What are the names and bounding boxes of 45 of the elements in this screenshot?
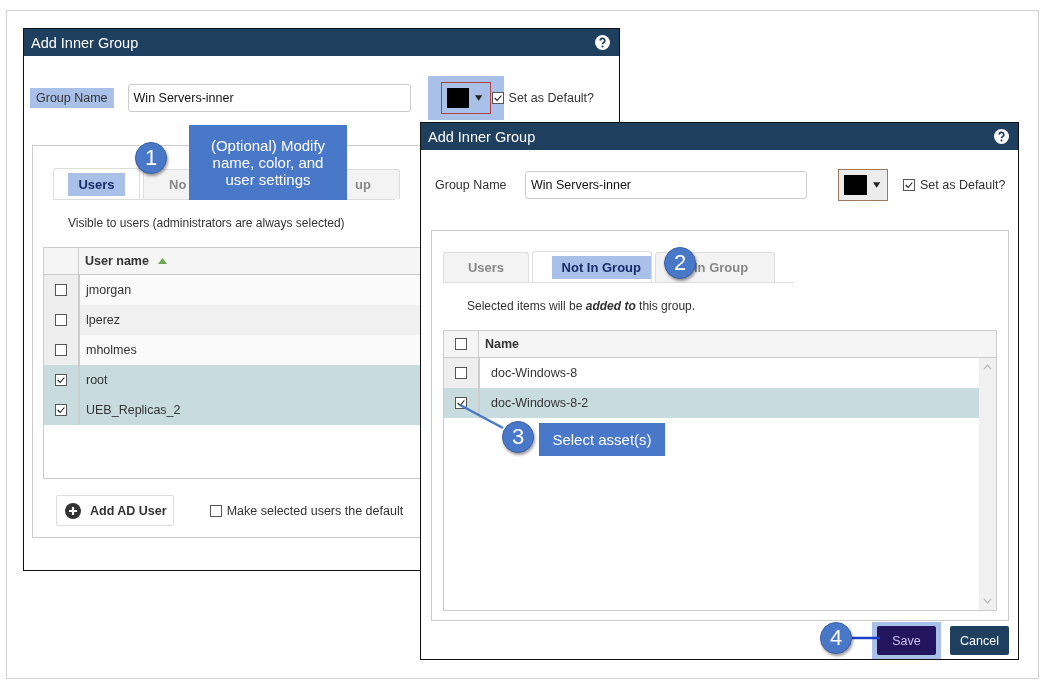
checkbox[interactable] [209, 504, 222, 517]
table-cell-text: root [85, 372, 108, 389]
dialog-title: Add Inner Group [31, 34, 139, 51]
save-button[interactable]: Save [877, 626, 936, 655]
dialog-title: Add Inner Group [428, 128, 536, 145]
add-user-button[interactable]: Add AD User [56, 495, 174, 526]
plus-circle-icon [65, 502, 81, 519]
table-cell-text: doc-Windows-8 [490, 365, 578, 382]
checkbox[interactable] [455, 367, 467, 379]
checkbox[interactable] [455, 338, 467, 350]
field-label: Group Name [435, 178, 508, 192]
group-name-field[interactable]: Win Servers-inner [127, 84, 411, 112]
checkbox-label: Make selected users the default [226, 503, 404, 518]
checkbox[interactable] [55, 374, 67, 386]
caret-down-icon [872, 182, 880, 188]
table-cell-text: UEB_Replicas_2 [85, 402, 181, 419]
checkbox[interactable] [55, 344, 67, 356]
callout-tooltip: Select asset(s) [539, 423, 665, 456]
color-picker[interactable] [838, 169, 888, 201]
checkbox-label: Set as Default? [920, 178, 1006, 192]
checkbox[interactable] [55, 314, 67, 326]
checkbox[interactable] [55, 404, 67, 416]
checkbox-label: Set as Default? [508, 91, 595, 105]
checkbox[interactable] [903, 179, 915, 191]
tab[interactable]: Users [53, 168, 140, 199]
table-cell-text: mholmes [85, 342, 137, 359]
table-cell-text: doc-Windows-8-2 [490, 395, 589, 412]
tab[interactable]: Not In Group [532, 251, 652, 282]
checkbox[interactable] [55, 284, 67, 296]
sort-ascending-icon [157, 258, 167, 264]
callout-tooltip: (Optional) Modify name, color, and user settings [189, 125, 347, 200]
hint-text: Selected items will be added to this group. [467, 299, 697, 313]
table-cell-text: lperez [85, 312, 121, 329]
hint-text: Visible to users (administrators are always selected) [68, 216, 346, 230]
help-icon[interactable] [595, 35, 610, 50]
leader-line [852, 636, 880, 640]
color-picker[interactable] [440, 82, 491, 114]
column-header[interactable]: Name [479, 331, 520, 357]
help-icon[interactable] [994, 129, 1009, 144]
table-cell-text: jmorgan [84, 282, 132, 299]
column-header[interactable]: User name [79, 248, 167, 274]
cancel-button[interactable]: Cancel [950, 626, 1009, 655]
group-name-field[interactable]: Win Servers-inner [525, 171, 807, 199]
caret-down-icon [475, 95, 483, 101]
field-label: Group Name [30, 88, 114, 108]
